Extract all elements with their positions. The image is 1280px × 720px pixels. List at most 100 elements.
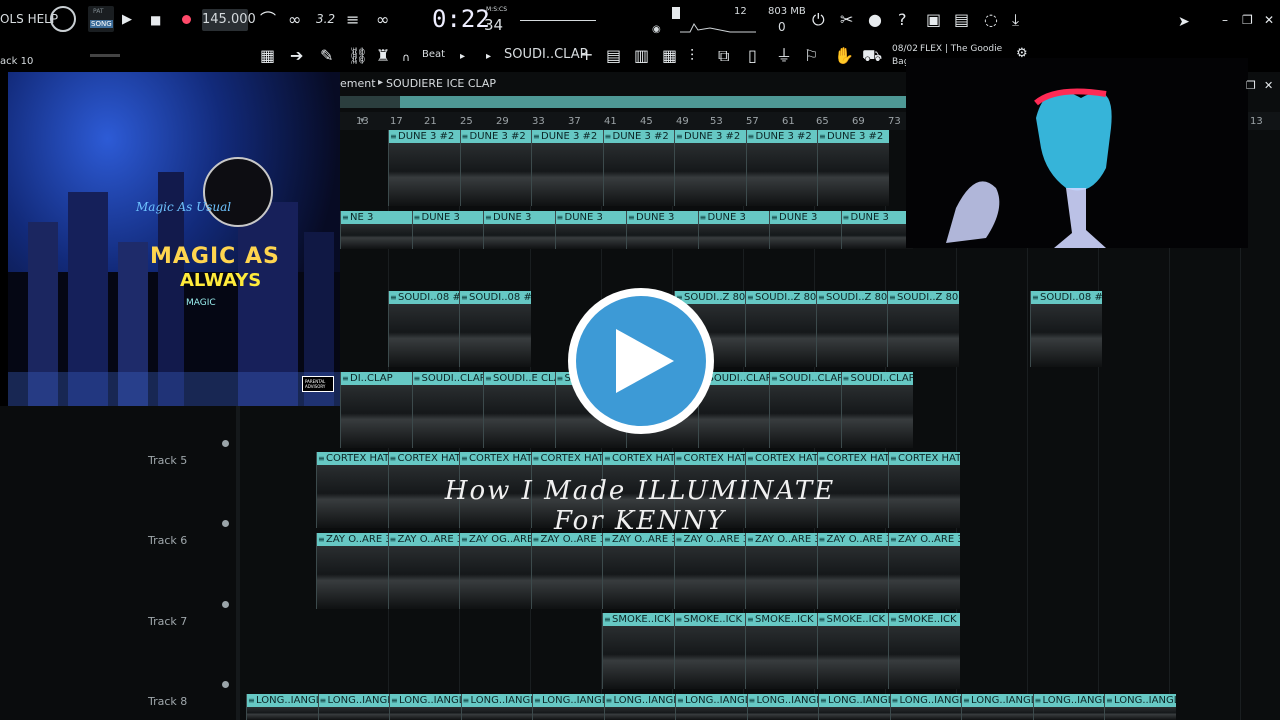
pencil-icon[interactable]: ✎ [320, 48, 333, 64]
hint-text[interactable]: FLEX | The Goodie [920, 44, 1002, 54]
tempo-tap-icon[interactable]: ⚐ [804, 48, 818, 64]
record-icon[interactable] [182, 15, 191, 24]
arrow-right-icon[interactable]: ➔ [290, 48, 303, 64]
pattern-clip[interactable]: DUNE 3 #2 [388, 130, 460, 206]
browser-icon[interactable]: ⧉ [718, 48, 729, 64]
pattern-clip[interactable]: DUNE 3 #2 [674, 130, 746, 206]
pattern-clip[interactable]: SOUDI..Z 808 [816, 291, 888, 367]
pattern-clip[interactable]: SOUDI..08 #2 [1030, 291, 1102, 367]
stop-icon[interactable]: ■ [150, 12, 161, 28]
close-icon[interactable]: ✕ [1264, 12, 1274, 28]
cut-icon[interactable]: ✂ [840, 12, 853, 28]
pattern-clip[interactable]: ZAY OG..ARE 3 [459, 533, 531, 609]
pattern-clip[interactable]: SOUDI..CLAP [411, 372, 484, 448]
metronome-icon[interactable]: ⌒ [260, 12, 276, 28]
main-volume-slider[interactable] [672, 7, 680, 19]
track-volume-slider[interactable] [90, 54, 120, 57]
pattern-clip[interactable]: DUNE 3 #2 [602, 130, 675, 206]
plugin-icon[interactable]: ▤ [954, 12, 969, 28]
save-icon[interactable]: ▣ [926, 12, 941, 28]
pattern-clip[interactable]: ZAY O..ARE 3 [745, 533, 817, 609]
pattern-clip[interactable]: LONG..IANGLE [389, 694, 461, 720]
pattern-clip[interactable]: ZAY O..ARE 3 [387, 533, 460, 609]
timeline-overview[interactable] [340, 96, 906, 108]
pattern-clip[interactable]: NE 3 [340, 211, 412, 249]
pattern-clip[interactable]: ZAY O..ARE 3 [530, 533, 603, 609]
pattern-clip[interactable]: SOUDI..08 #2 [388, 291, 460, 367]
pat-song-switch[interactable]: PAT SONG [88, 6, 114, 32]
pattern-clip[interactable]: LONG..IANGLE [889, 694, 962, 720]
pattern-clip[interactable]: DUNE 3 [626, 211, 698, 249]
pattern-clip[interactable]: ZAY O..ARE 3 [888, 533, 960, 609]
pattern-clip[interactable]: SMOKE..ICK 3 [816, 613, 889, 689]
pattern-clip[interactable]: SOUDI..CLAP [840, 372, 913, 448]
breadcrumb-pattern[interactable]: SOUDIERE ICE CLAP [386, 77, 496, 90]
magnet-icon[interactable]: ∩ [402, 50, 410, 66]
track-8-mute[interactable] [222, 681, 229, 688]
pattern-clip[interactable]: SMOKE..ICK 3 [673, 613, 746, 689]
track-7-mute[interactable] [222, 601, 229, 608]
tempo-display[interactable]: 145.000 [202, 9, 256, 31]
pattern-clip[interactable]: DUNE 3 [554, 211, 627, 249]
pattern-clip[interactable]: DUNE 3 #2 [459, 130, 532, 206]
pattern-clip[interactable]: CORTEX HAT [316, 452, 388, 528]
track-6-mute[interactable] [222, 520, 229, 527]
pattern-clip[interactable]: DUNE 3 [840, 211, 913, 249]
pattern-clip[interactable]: ZAY O..ARE 3 [816, 533, 889, 609]
project-icon[interactable]: ▯ [748, 48, 757, 64]
caret-right-icon[interactable]: ▸ [460, 49, 465, 65]
pattern-clip[interactable]: DUNE 3 #2 [817, 130, 889, 206]
pattern-clip[interactable]: DUNE 3 [483, 211, 555, 249]
step-edit-icon[interactable]: ≡ [346, 12, 359, 28]
pattern-clip[interactable]: LONG..IANGLE [603, 694, 676, 720]
loop-record-icon[interactable]: ∞ [288, 12, 301, 28]
pattern-clip[interactable]: ZAY O..ARE 3 [316, 533, 388, 609]
pattern-selector[interactable]: SOUDI..CLAP [504, 47, 587, 62]
pattern-clip[interactable]: CORTEX HAT [888, 452, 960, 528]
pattern-clip[interactable]: ZAY O..ARE 3 [602, 533, 674, 609]
track-label-8[interactable]: Track 8 [148, 695, 187, 708]
pattern-clip[interactable]: SOUDI..Z 808 [887, 291, 959, 367]
pattern-clip[interactable]: LONG..IANGLE [246, 694, 318, 720]
pattern-clip[interactable]: LONG..IANGLE [1032, 694, 1105, 720]
pattern-clip[interactable]: LONG..IANGLE [746, 694, 819, 720]
pattern-clip[interactable]: DUNE 3 #2 [531, 130, 603, 206]
help-icon[interactable]: ? [898, 12, 907, 28]
pattern-clip[interactable]: SOUDI..Z 808 [745, 291, 817, 367]
pattern-clip[interactable]: DUNE 3 [411, 211, 484, 249]
minimize-icon[interactable]: – [1222, 12, 1228, 28]
mic-icon[interactable]: ● [868, 12, 882, 28]
link-icon[interactable]: ⛓ [348, 48, 368, 64]
track-label-7[interactable]: Track 7 [148, 615, 187, 628]
timeline-overview-range[interactable] [400, 96, 906, 108]
shop-icon[interactable]: ⛟ [862, 48, 882, 64]
pattern-clip[interactable]: DI..CLAP [340, 372, 412, 448]
track-5-mute[interactable] [222, 440, 229, 447]
playlist-icon[interactable]: ▤ [606, 48, 621, 64]
pattern-clip[interactable]: LONG..IANGLE [961, 694, 1033, 720]
pattern-clip[interactable]: LONG..IANGLE [1104, 694, 1176, 720]
plugin-picker-icon[interactable]: ⏚ [776, 48, 792, 64]
pattern-clip[interactable]: DUNE 3 [769, 211, 841, 249]
pattern-clip[interactable]: SMOKE..ICK 3 [602, 613, 674, 689]
webcam-restore-icon[interactable]: ❐ [1246, 78, 1256, 94]
track-label-6[interactable]: Track 6 [148, 534, 187, 547]
play-icon[interactable]: ▶ [122, 12, 132, 28]
mixer-icon[interactable]: ⫶ [690, 48, 694, 64]
pattern-clip[interactable]: SOUDI..E CLAP [483, 372, 555, 448]
pattern-clip[interactable]: LONG..IANGLE [532, 694, 604, 720]
webcam-close-icon[interactable]: ✕ [1264, 78, 1273, 94]
power-icon[interactable]: ⏻ [812, 12, 825, 28]
play-button-circle[interactable] [576, 296, 706, 426]
pattern-clip[interactable]: LONG..IANGLE [317, 694, 390, 720]
pitch-knob-icon[interactable]: ◉ [652, 24, 661, 35]
keyboard-icon[interactable]: ▦ [260, 48, 275, 64]
stamp-icon[interactable]: ♜ [376, 48, 390, 64]
blend-notes-icon[interactable]: ∞ [376, 12, 389, 28]
mute-icon[interactable]: ✋ [834, 48, 854, 64]
snap-label[interactable]: Beat [422, 49, 445, 60]
pattern-clip[interactable]: LONG..IANGLE [818, 694, 890, 720]
restore-icon[interactable]: ❐ [1242, 12, 1253, 28]
track-label-5[interactable]: Track 5 [148, 454, 187, 467]
pattern-clip[interactable]: LONG..IANGLE [675, 694, 747, 720]
